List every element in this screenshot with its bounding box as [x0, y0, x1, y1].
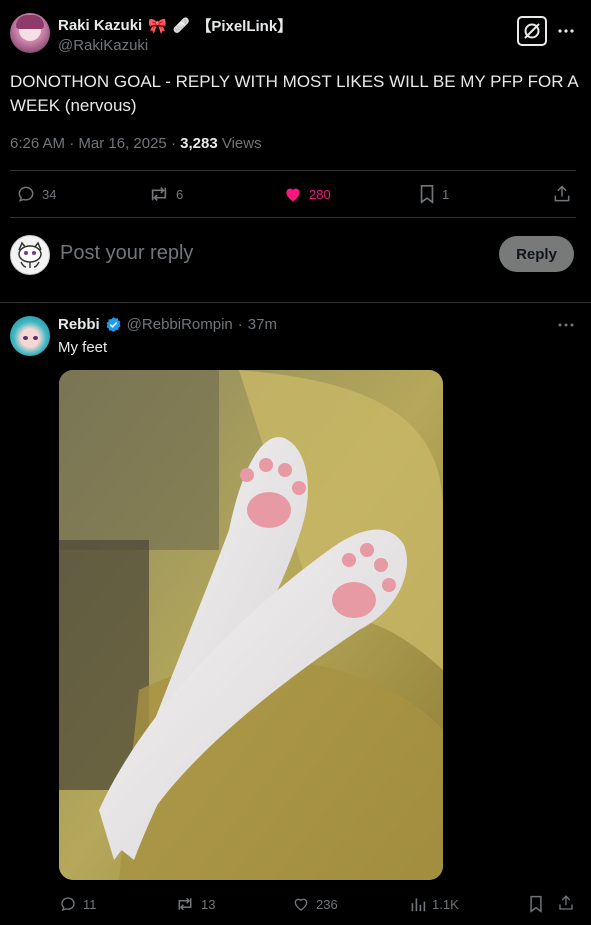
repost-action[interactable]: 6 [148, 184, 183, 204]
repost-count: 6 [176, 186, 184, 202]
author-display-name[interactable]: Raki Kazuki [58, 17, 142, 34]
share-action[interactable] [552, 184, 572, 204]
post-date[interactable]: Mar 16, 2025 [78, 135, 166, 152]
reply-icon [61, 897, 75, 912]
reply-share-action[interactable] [557, 894, 575, 912]
grok-icon[interactable] [517, 16, 547, 46]
reply-photo[interactable] [59, 370, 443, 880]
reply-more-icon[interactable] [557, 316, 575, 334]
reply-like-action[interactable]: 236 [292, 895, 338, 913]
heart-icon [294, 898, 308, 911]
views-count: 3,283 [180, 135, 218, 152]
reply-repost-count: 13 [201, 896, 216, 912]
section-divider [0, 302, 591, 303]
reply-author-handle[interactable]: @RebbiRompin [127, 316, 233, 333]
share-icon [554, 185, 570, 202]
verified-icon [106, 317, 121, 332]
reply-action[interactable]: 34 [16, 184, 56, 204]
reply-reply-count: 11 [83, 896, 97, 912]
divider [10, 170, 576, 171]
share-icon [559, 895, 573, 910]
author-handle[interactable]: @RakiKazuki [58, 37, 148, 54]
analytics-icon [411, 898, 426, 912]
reply-icon [18, 186, 34, 202]
reply-count: 34 [42, 186, 57, 202]
repost-icon [151, 187, 167, 201]
post-time[interactable]: 6:26 AM [10, 135, 65, 152]
more-icon[interactable] [557, 22, 575, 40]
reply-author-name[interactable]: Rebbi [58, 316, 100, 333]
reply-bookmark-action[interactable] [528, 895, 544, 913]
views-label: Views [221, 135, 262, 152]
reply-reply-action[interactable]: 11 [59, 895, 97, 913]
reply-author-avatar[interactable] [10, 316, 50, 356]
heart-icon [286, 188, 300, 202]
reply-time[interactable]: 37m [248, 316, 277, 333]
author-name-tag: 【PixelLink】 [196, 18, 293, 35]
reply-views-action[interactable]: 1.1K [410, 895, 459, 913]
bookmark-count: 1 [442, 186, 450, 202]
reply-views-count: 1.1K [432, 896, 459, 912]
like-count: 280 [309, 186, 331, 202]
reply-text: My feet [58, 339, 108, 356]
bookmark-action[interactable]: 1 [418, 184, 449, 204]
author-avatar[interactable] [10, 13, 50, 53]
divider [10, 217, 576, 218]
bookmark-icon [420, 185, 434, 204]
post-meta: 6:26 AM · Mar 16, 2025 · 3,283 Views [10, 135, 262, 152]
reply-like-count: 236 [316, 896, 338, 912]
post-text: DONOTHON GOAL - REPLY WITH MOST LIKES WI… [10, 72, 578, 115]
like-action[interactable]: 280 [283, 184, 331, 204]
reply-button[interactable]: Reply [499, 236, 574, 272]
bookmark-icon [530, 895, 542, 913]
user-avatar[interactable] [10, 235, 50, 275]
bandage-emoji: 🩹 [172, 17, 191, 33]
reply-repost-action[interactable]: 13 [175, 895, 215, 913]
reply-input[interactable]: Post your reply [60, 242, 193, 265]
repost-icon [178, 897, 192, 911]
ribbon-emoji: 🎀 [148, 17, 167, 35]
